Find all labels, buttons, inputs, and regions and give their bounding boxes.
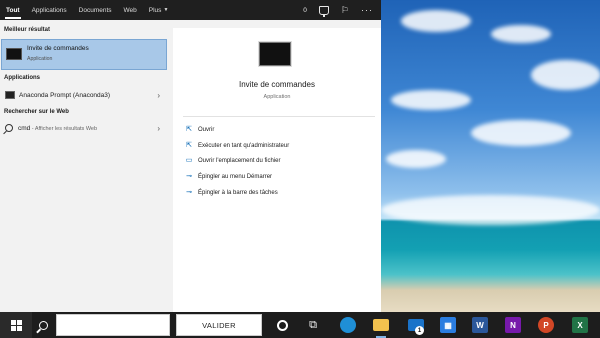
- file-location-icon: ▭: [185, 157, 193, 164]
- list-item-anaconda-prompt[interactable]: Anaconda Prompt (Anaconda3) ›: [0, 87, 172, 103]
- action-label: Épingler à la barre des tâches: [198, 190, 278, 196]
- best-match-heading: Meilleur résultat: [4, 27, 51, 33]
- cloud: [381, 195, 600, 225]
- best-match-subtitle: Application: [27, 56, 53, 62]
- excel-icon: X: [572, 317, 588, 333]
- list-item-web-search[interactable]: cmd - Afficher les résultats Web ›: [0, 120, 172, 136]
- taskbar-app-word[interactable]: W: [469, 312, 491, 338]
- tab-web[interactable]: Web: [118, 0, 143, 20]
- apps-heading: Applications: [4, 75, 41, 81]
- taskbar-app-file-explorer[interactable]: [370, 312, 392, 338]
- action-label: Ouvrir l'emplacement du fichier: [198, 158, 281, 164]
- word-icon: W: [472, 317, 488, 333]
- action-open[interactable]: ⇱ Ouvrir: [185, 123, 214, 137]
- taskbar-app-excel[interactable]: X: [569, 312, 591, 338]
- action-pin-start[interactable]: ⊸ Épingler au menu Démarrer: [185, 170, 272, 184]
- divider: [183, 116, 375, 117]
- best-match-title: Invite de commandes: [27, 45, 89, 52]
- list-item-label: Anaconda Prompt (Anaconda3): [19, 91, 111, 99]
- cloud: [386, 150, 446, 168]
- cortana-icon: [276, 319, 288, 331]
- search-icon: [5, 124, 13, 132]
- detail-subtitle: Application: [263, 94, 291, 100]
- onenote-icon: N: [505, 317, 521, 333]
- taskbar-app-edge[interactable]: [337, 312, 359, 338]
- web-query: cmd: [18, 124, 31, 132]
- chevron-right-icon[interactable]: ›: [157, 91, 160, 100]
- tab-label: Tout: [6, 6, 20, 14]
- pin-taskbar-icon: ⊸: [186, 189, 192, 196]
- tab-documents[interactable]: Documents: [73, 0, 118, 20]
- search-panel: Tout Applications Documents Web Plus ▼ 0 …: [0, 0, 381, 312]
- tab-label: Web: [123, 6, 137, 14]
- store-icon: ▦: [440, 317, 456, 333]
- tab-label: Applications: [31, 6, 67, 14]
- edge-icon: [340, 317, 356, 333]
- cortana-button[interactable]: [272, 312, 292, 338]
- search-tabs: Tout Applications Documents Web Plus ▼ 0 …: [0, 0, 381, 20]
- cloud: [401, 10, 471, 32]
- open-icon: ⇱: [186, 126, 192, 133]
- run-as-admin-icon: ⇱: [186, 142, 192, 149]
- detail-title: Invite de commandes: [238, 80, 316, 89]
- tab-label: Plus: [148, 6, 162, 14]
- search-icon: [38, 320, 48, 330]
- cloud: [491, 25, 551, 43]
- cloud: [391, 90, 471, 110]
- anaconda-prompt-icon: [5, 91, 15, 99]
- rewards-icon[interactable]: [318, 5, 329, 17]
- action-label: Épingler au menu Démarrer: [198, 174, 273, 180]
- tabbar-actions: 0 ⚐ ···: [303, 5, 381, 17]
- taskbar-search-input[interactable]: [56, 314, 170, 336]
- tab-applications[interactable]: Applications: [26, 0, 73, 20]
- task-view-icon: ⧉: [309, 318, 317, 331]
- chevron-right-icon[interactable]: ›: [157, 124, 160, 133]
- rewards-points: 0: [303, 6, 307, 14]
- valider-button[interactable]: VALIDER: [176, 314, 262, 336]
- taskbar-app-onenote[interactable]: N: [502, 312, 524, 338]
- action-label: Ouvrir: [198, 127, 215, 133]
- action-label: Exécuter en tant qu'administrateur: [198, 143, 290, 149]
- powerpoint-icon: P: [538, 317, 554, 333]
- taskbar: VALIDER ⧉ 1 ▦ W N P X: [0, 312, 600, 338]
- cloud: [531, 60, 600, 90]
- command-prompt-icon: [259, 42, 291, 66]
- more-options-icon[interactable]: ···: [361, 5, 373, 15]
- task-view-button[interactable]: ⧉: [303, 312, 323, 338]
- results-list: Meilleur résultat Invite de commandes Ap…: [0, 20, 172, 312]
- action-pin-taskbar[interactable]: ⊸ Épingler à la barre des tâches: [185, 186, 278, 200]
- pin-start-icon: ⊸: [186, 173, 192, 180]
- file-explorer-icon: [373, 319, 389, 331]
- taskbar-app-mail[interactable]: 1: [404, 312, 428, 338]
- tab-all[interactable]: Tout: [0, 0, 26, 20]
- taskbar-app-store[interactable]: ▦: [437, 312, 459, 338]
- command-prompt-icon: [6, 48, 22, 60]
- tab-more[interactable]: Plus ▼: [143, 0, 175, 20]
- taskbar-search-button[interactable]: [32, 312, 54, 338]
- result-detail-pane: Invite de commandes Application ⇱ Ouvrir…: [173, 28, 381, 312]
- action-run-as-admin[interactable]: ⇱ Exécuter en tant qu'administrateur: [185, 139, 289, 153]
- web-search-heading: Rechercher sur le Web: [4, 109, 69, 115]
- action-open-file-location[interactable]: ▭ Ouvrir l'emplacement du fichier: [185, 154, 281, 168]
- start-button[interactable]: [0, 312, 32, 338]
- tab-label: Documents: [78, 6, 112, 14]
- web-hint: - Afficher les résultats Web: [30, 125, 98, 132]
- windows-logo-icon: [10, 319, 22, 331]
- chevron-down-icon: ▼: [163, 7, 169, 13]
- cloud: [471, 120, 571, 146]
- best-match-item[interactable]: Invite de commandes Application: [1, 39, 167, 70]
- taskbar-app-powerpoint[interactable]: P: [535, 312, 557, 338]
- web-search-label: cmd - Afficher les résultats Web: [18, 125, 97, 132]
- feedback-icon[interactable]: ⚐: [341, 5, 349, 16]
- desktop-wallpaper: [381, 0, 600, 312]
- mail-badge: 1: [415, 326, 424, 335]
